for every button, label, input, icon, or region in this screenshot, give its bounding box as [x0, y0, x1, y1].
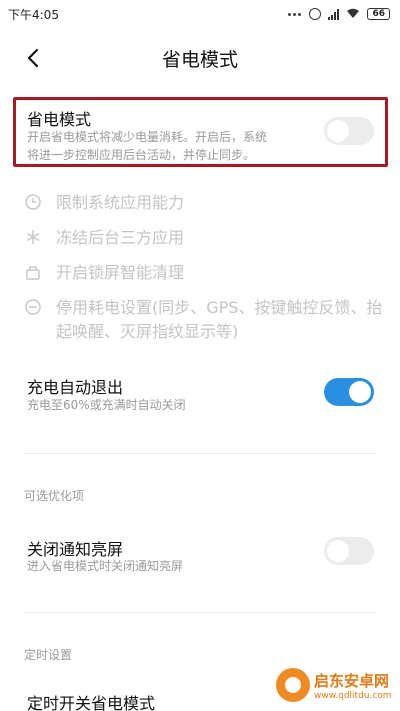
- signal-icon: [328, 8, 340, 20]
- toggle-knob: [327, 120, 349, 142]
- feature-label: 冻结后台三方应用: [56, 228, 185, 247]
- divider: [24, 453, 376, 454]
- feature-item: 限制系统应用能力: [24, 191, 386, 215]
- minus-circle-icon: [24, 298, 42, 316]
- divider: [24, 612, 376, 613]
- feature-label: 停用耗电设置(同步、GPS、按键触控反馈、抬起唤醒、灭屏指纹显示等): [56, 298, 383, 341]
- feature-label: 限制系统应用能力: [56, 193, 185, 212]
- battery-icon: 66: [367, 8, 390, 20]
- power-saving-description-line2: 将进一步控制应用后台活动，并停止同步。: [27, 148, 256, 162]
- watermark-url: www.qdlitdu.com: [314, 690, 392, 701]
- notification-light-description: 进入省电模式时关闭通知亮屏: [27, 559, 184, 573]
- auto-exit-toggle[interactable]: [324, 378, 374, 406]
- toggle-knob: [327, 540, 349, 562]
- back-button[interactable]: [22, 46, 46, 70]
- feature-label: 开启锁屏智能清理: [56, 263, 185, 282]
- status-bar: 下午4:05 66: [0, 0, 400, 28]
- chevron-left-icon: [27, 48, 39, 68]
- toggle-knob: [349, 381, 371, 403]
- feature-item: 冻结后台三方应用: [24, 226, 386, 250]
- site-watermark: 启东安卓网 www.qdlitdu.com: [276, 665, 394, 705]
- power-saving-title: 省电模式: [27, 110, 92, 129]
- clock-icon: [24, 193, 42, 211]
- watermark-text: 启东安卓网 www.qdlitdu.com: [314, 670, 392, 701]
- lock-clean-icon: [24, 263, 42, 281]
- feature-item: 停用耗电设置(同步、GPS、按键触控反馈、抬起唤醒、灭屏指纹显示等): [24, 296, 386, 344]
- wifi-icon: [346, 8, 360, 21]
- watermark-name: 启东安卓网: [314, 671, 390, 690]
- snowflake-icon: [24, 228, 42, 246]
- schedule-title[interactable]: 定时开关省电模式: [27, 690, 155, 711]
- feature-item: 开启锁屏智能清理: [24, 261, 386, 285]
- title-bar: 省电模式: [0, 30, 400, 86]
- auto-exit-description: 充电至60%或充满时自动关闭: [27, 398, 186, 412]
- optional-section-label: 可选优化项: [24, 489, 85, 503]
- notification-light-toggle[interactable]: [324, 537, 374, 565]
- more-notifications-icon: [287, 7, 302, 21]
- auto-exit-title: 充电自动退出: [27, 378, 124, 397]
- schedule-section-label: 定时设置: [24, 648, 73, 662]
- alarm-icon: [309, 8, 322, 20]
- power-saving-toggle[interactable]: [324, 117, 374, 145]
- page-title: 省电模式: [161, 48, 238, 71]
- status-icons: 66: [287, 7, 390, 21]
- watermark-logo-icon: [276, 668, 310, 702]
- status-time: 下午4:05: [8, 7, 59, 22]
- power-saving-description-line1: 开启省电模式将减少电量消耗。开启后，系统: [27, 130, 268, 144]
- battery-level: 66: [372, 8, 385, 19]
